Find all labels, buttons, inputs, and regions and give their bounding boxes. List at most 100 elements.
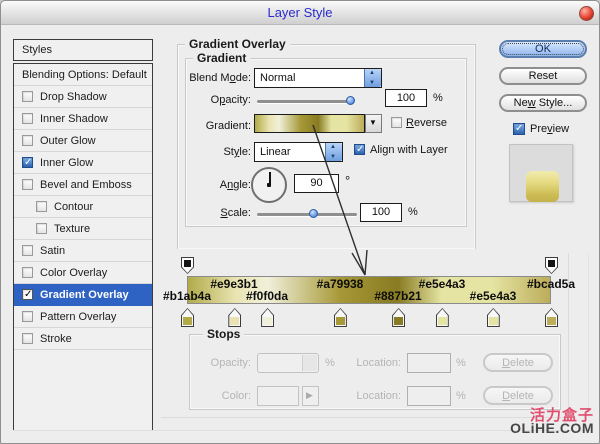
- sidebar-item-pattern-overlay[interactable]: Pattern Overlay: [14, 306, 152, 328]
- sidebar-item-label: Outer Glow: [40, 135, 96, 147]
- stops-location2-unit: %: [456, 390, 470, 402]
- sidebar-item-inner-glow[interactable]: Inner Glow: [14, 152, 152, 174]
- checkbox[interactable]: [22, 289, 33, 300]
- style-dropdown[interactable]: Linear: [254, 142, 343, 162]
- angle-dial[interactable]: [251, 167, 287, 203]
- opacity-slider-thumb[interactable]: [346, 96, 355, 105]
- checkbox[interactable]: [22, 311, 33, 322]
- stops-location-label: Location:: [341, 357, 401, 369]
- angle-center-icon: [267, 183, 271, 187]
- blend-mode-label: Blend Mode:: [151, 72, 251, 84]
- preview-thumbnail: [509, 144, 573, 202]
- scale-label: Scale:: [171, 207, 251, 219]
- opacity-stop[interactable]: [545, 257, 558, 274]
- checkbox[interactable]: [22, 179, 33, 190]
- sidebar-item-texture[interactable]: Texture: [14, 218, 152, 240]
- checkbox[interactable]: [22, 157, 33, 168]
- checkbox[interactable]: [22, 135, 33, 146]
- color-stop[interactable]: [228, 308, 241, 327]
- scale-unit: %: [408, 206, 418, 218]
- close-button-icon[interactable]: [579, 6, 594, 21]
- checkbox[interactable]: [22, 113, 33, 124]
- reset-button[interactable]: Reset: [499, 67, 587, 85]
- sidebar-item-outer-glow[interactable]: Outer Glow: [14, 130, 152, 152]
- angle-unit: °: [345, 173, 350, 188]
- sidebar-item-satin[interactable]: Satin: [14, 240, 152, 262]
- sidebar-item-label: Bevel and Emboss: [40, 179, 132, 191]
- stops-location-input: [407, 353, 451, 373]
- styles-header: Styles: [13, 39, 153, 61]
- align-with-layer-checkbox[interactable]: [354, 144, 365, 155]
- delete-stop-button: Delete: [483, 386, 553, 405]
- gradient-stop-hex-label: #e5e4a3: [414, 277, 470, 291]
- angle-input[interactable]: 90: [294, 174, 339, 193]
- gradient-stop-hex-label: #a79938: [312, 277, 368, 291]
- new-style-button[interactable]: New Style...: [499, 94, 587, 112]
- gradient-stop-hex-label: #f0f0da: [239, 289, 295, 303]
- styles-list: Blending Options: Default Drop Shadow Inne…: [13, 63, 153, 431]
- stops-location2-input: [407, 386, 451, 406]
- reverse-checkbox[interactable]: [391, 117, 402, 128]
- style-value: Linear: [260, 143, 291, 161]
- color-stop[interactable]: [545, 308, 558, 327]
- blend-mode-dropdown[interactable]: Normal: [254, 68, 382, 88]
- sidebar-item-blending-options-default[interactable]: Blending Options: Default: [14, 64, 152, 86]
- sidebar-item-label: Gradient Overlay: [40, 289, 129, 301]
- gradient-dropdown-arrow-icon[interactable]: [365, 114, 382, 133]
- sidebar-item-color-overlay[interactable]: Color Overlay: [14, 262, 152, 284]
- scale-input[interactable]: 100: [360, 203, 402, 222]
- gradient-label: Gradient:: [171, 120, 251, 132]
- sidebar-item-drop-shadow[interactable]: Drop Shadow: [14, 86, 152, 108]
- screenshot: Layer Style Styles Blending Options: Def…: [0, 0, 600, 444]
- scale-slider[interactable]: [257, 213, 357, 216]
- stepper-icon[interactable]: [364, 69, 381, 87]
- checkbox[interactable]: [22, 245, 33, 256]
- preview-checkbox[interactable]: [513, 123, 525, 135]
- checkbox[interactable]: [22, 267, 33, 278]
- checkbox[interactable]: [36, 223, 47, 234]
- sidebar-item-gradient-overlay[interactable]: Gradient Overlay: [14, 284, 152, 306]
- opacity-stop[interactable]: [181, 257, 194, 274]
- stepper-icon[interactable]: [325, 143, 342, 161]
- sidebar-item-bevel-and-emboss[interactable]: Bevel and Emboss: [14, 174, 152, 196]
- sidebar-item-label: Color Overlay: [40, 267, 107, 279]
- gradient-swatch[interactable]: [254, 114, 365, 133]
- gradient-legend: Gradient: [193, 52, 250, 65]
- color-stop[interactable]: [261, 308, 274, 327]
- opacity-slider[interactable]: [257, 100, 353, 103]
- sidebar-item-label: Blending Options: Default: [22, 69, 147, 81]
- stepper-icon: [302, 355, 317, 371]
- angle-label: Angle:: [171, 179, 251, 191]
- stops-opacity-combo: [257, 353, 319, 373]
- sidebar-item-label: Stroke: [40, 333, 72, 345]
- checkbox[interactable]: [22, 91, 33, 102]
- reverse-label: Reverse: [406, 117, 447, 129]
- opacity-input[interactable]: 100: [385, 89, 427, 107]
- opacity-label: Opacity:: [171, 94, 251, 106]
- opacity-unit: %: [433, 92, 443, 104]
- sidebar-item-stroke[interactable]: Stroke: [14, 328, 152, 350]
- stops-color-label: Color:: [171, 390, 251, 402]
- color-stop[interactable]: [436, 308, 449, 327]
- stops-color-arrow-icon: [302, 386, 319, 406]
- checkbox[interactable]: [36, 201, 47, 212]
- sidebar-item-inner-shadow[interactable]: Inner Shadow: [14, 108, 152, 130]
- preview-layer-shape: [526, 171, 559, 202]
- dialog-title: Layer Style: [1, 1, 599, 25]
- paste-edge: [588, 253, 589, 417]
- sidebar-item-label: Contour: [54, 201, 93, 213]
- title-bar: Layer Style: [1, 1, 599, 25]
- sidebar-item-contour[interactable]: Contour: [14, 196, 152, 218]
- ok-button[interactable]: OK: [499, 40, 587, 58]
- gradient-stop-hex-label: #887b21: [370, 289, 426, 303]
- color-stop[interactable]: [487, 308, 500, 327]
- checkbox[interactable]: [22, 333, 33, 344]
- color-stop[interactable]: [334, 308, 347, 327]
- sidebar-item-label: Satin: [40, 245, 65, 257]
- sidebar-item-label: Inner Shadow: [40, 113, 108, 125]
- align-with-layer-label: Align with Layer: [370, 144, 448, 156]
- color-stop[interactable]: [181, 308, 194, 327]
- color-stop[interactable]: [392, 308, 405, 327]
- scale-slider-thumb[interactable]: [309, 209, 318, 218]
- stops-opacity-unit: %: [325, 357, 339, 369]
